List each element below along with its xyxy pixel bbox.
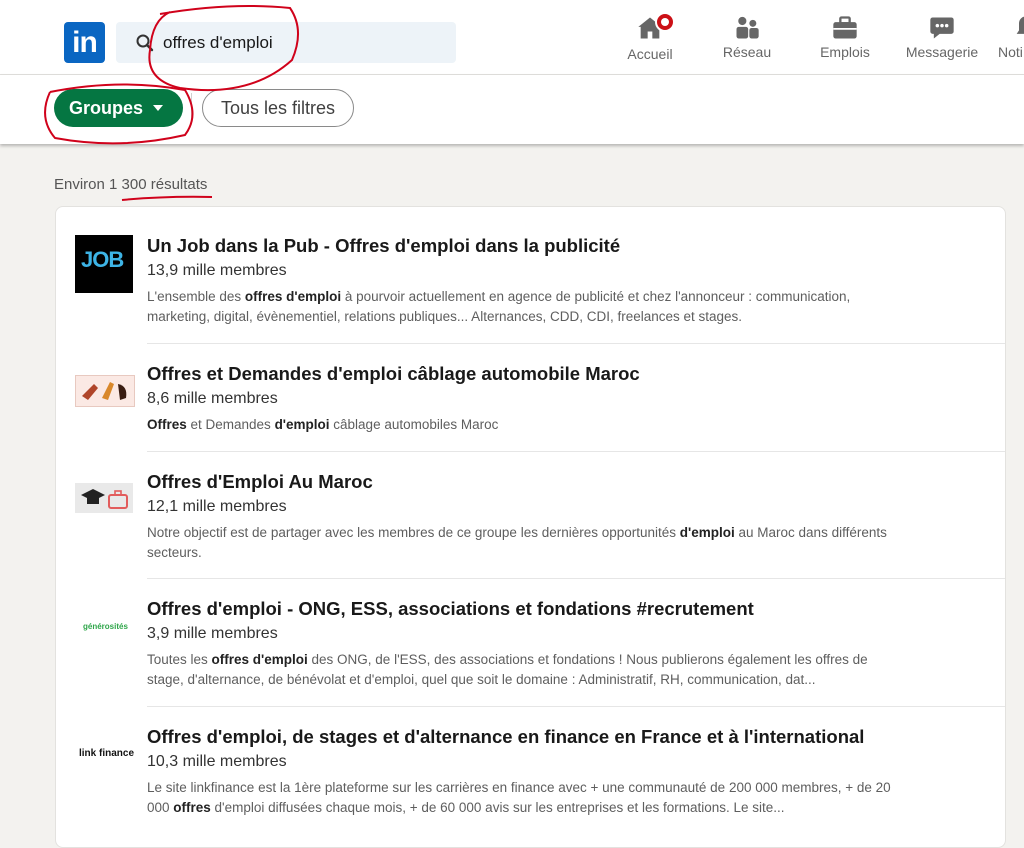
group-title[interactable]: Offres d'Emploi Au Maroc [147, 471, 373, 493]
nav-network-label: Réseau [722, 44, 772, 60]
thumbnail-text: link finance [79, 748, 135, 759]
thumbnail-text: générosités [83, 622, 128, 631]
messaging-icon [930, 17, 954, 39]
all-filters-button[interactable]: Tous les filtres [202, 89, 354, 127]
briefcase-icon [833, 16, 857, 39]
thumbnail-text: JOB [81, 247, 124, 272]
top-nav: in offres d'emploi Accueil Réseau Emploi… [0, 0, 1024, 75]
filter-divider [191, 93, 192, 123]
groups-filter-label: Groupes [69, 98, 144, 118]
group-description: Notre objectif est de partager avec les … [147, 525, 887, 560]
divider [147, 578, 1005, 579]
divider [147, 451, 1005, 452]
divider [147, 706, 1005, 707]
group-description: Le site linkfinance est la 1ère platefor… [147, 780, 891, 815]
search-bar[interactable]: offres d'emploi [116, 22, 456, 63]
search-icon [136, 34, 154, 52]
search-input[interactable]: offres d'emploi [163, 33, 273, 53]
member-count: 10,3 mille membres [147, 753, 287, 770]
nav-jobs-label: Emplois [820, 44, 870, 60]
nav-notifications-label: Noti [998, 44, 1023, 60]
member-count: 8,6 mille membres [147, 390, 278, 407]
nav-messaging-label: Messagerie [905, 44, 979, 60]
groups-filter-button[interactable]: Groupes [54, 89, 183, 127]
notification-badge [655, 12, 675, 32]
network-icon [736, 16, 759, 39]
member-count: 12,1 mille membres [147, 498, 287, 515]
graduation-briefcase-icon [81, 489, 128, 509]
filter-bar: Groupes Tous les filtres [0, 75, 1024, 144]
member-count: 13,9 mille membres [147, 262, 287, 279]
group-title[interactable]: Offres d'emploi, de stages et d'alternan… [147, 726, 864, 748]
divider [147, 343, 1005, 344]
group-description: Offres et Demandes d'emploi câblage auto… [147, 417, 499, 432]
caret-down-icon [153, 105, 163, 111]
group-thumbnail [75, 483, 133, 513]
member-count: 3,9 mille membres [147, 625, 278, 642]
group-description: L'ensemble des offres d'emploi à pourvoi… [147, 289, 851, 324]
results-count: Environ 1 300 résultats [54, 176, 208, 193]
group-thumbnail: link finance [75, 736, 135, 772]
nav-home-label: Accueil [627, 46, 673, 62]
cable-image-icon [82, 382, 127, 400]
group-title[interactable]: Offres et Demandes d'emploi câblage auto… [147, 363, 640, 385]
group-thumbnail [75, 375, 135, 407]
count-annotation-underline [121, 195, 213, 201]
group-description: Toutes les offres d'emploi des ONG, de l… [147, 652, 868, 687]
nav-notifications[interactable]: Noti [982, 14, 1024, 70]
group-thumbnail: générosités [75, 608, 133, 644]
group-title[interactable]: Offres d'emploi - ONG, ESS, associations… [147, 598, 754, 620]
results-list: JOB Un Job dans la Pub - Offres d'emploi… [55, 206, 1006, 848]
bell-icon [1016, 16, 1024, 34]
nav-home[interactable]: Accueil [605, 12, 695, 70]
nav-jobs[interactable]: Emplois [800, 14, 890, 70]
group-title[interactable]: Un Job dans la Pub - Offres d'emploi dan… [147, 235, 620, 257]
nav-messaging[interactable]: Messagerie [897, 14, 987, 70]
group-thumbnail: JOB [75, 235, 133, 293]
nav-network[interactable]: Réseau [702, 14, 792, 70]
linkedin-logo[interactable]: in [64, 22, 105, 63]
